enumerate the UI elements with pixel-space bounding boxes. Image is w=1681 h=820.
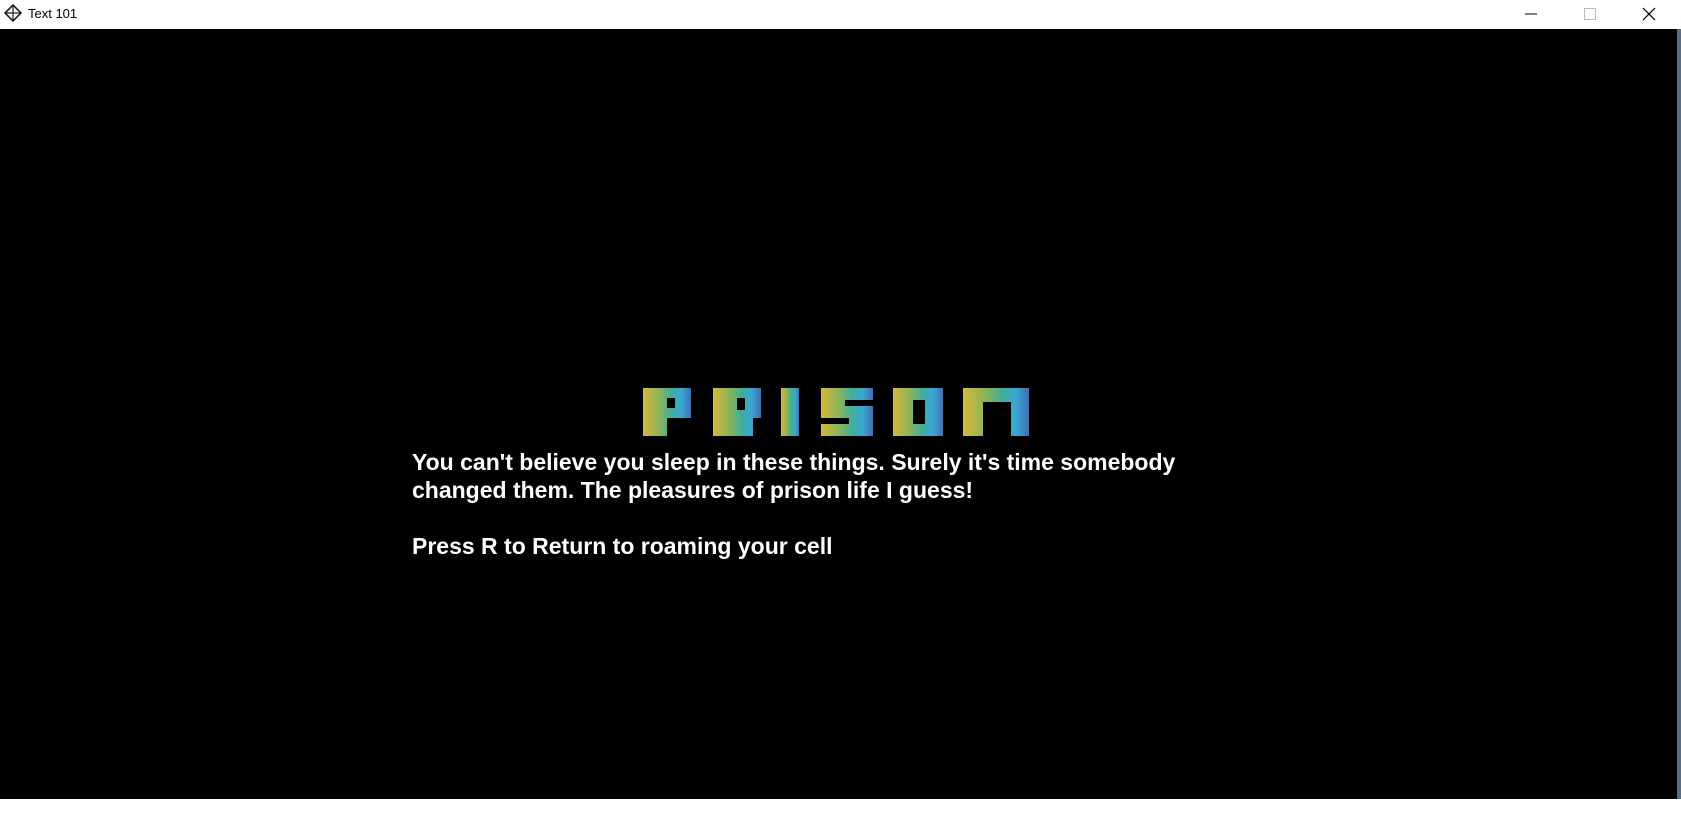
unity-icon xyxy=(3,3,23,23)
return-prompt: Press R to Return to roaming your cell xyxy=(412,533,833,559)
close-button[interactable] xyxy=(1626,0,1672,28)
story-text: You can't believe you sleep in these thi… xyxy=(412,448,1272,560)
story-line-2: changed them. The pleasures of prison li… xyxy=(412,477,974,503)
minimize-button[interactable] xyxy=(1508,0,1554,28)
maximize-button[interactable] xyxy=(1567,0,1613,28)
close-icon xyxy=(1642,7,1656,21)
maximize-icon xyxy=(1584,8,1596,20)
story-line-1: You can't believe you sleep in these thi… xyxy=(412,449,1176,475)
window-bottom-border xyxy=(0,799,1681,820)
window-titlebar: Text 101 xyxy=(0,0,1681,28)
minimize-icon xyxy=(1525,8,1537,20)
prison-logo: PRISON xyxy=(641,386,1033,438)
window-title: Text 101 xyxy=(28,6,78,21)
window-border xyxy=(1677,29,1681,799)
